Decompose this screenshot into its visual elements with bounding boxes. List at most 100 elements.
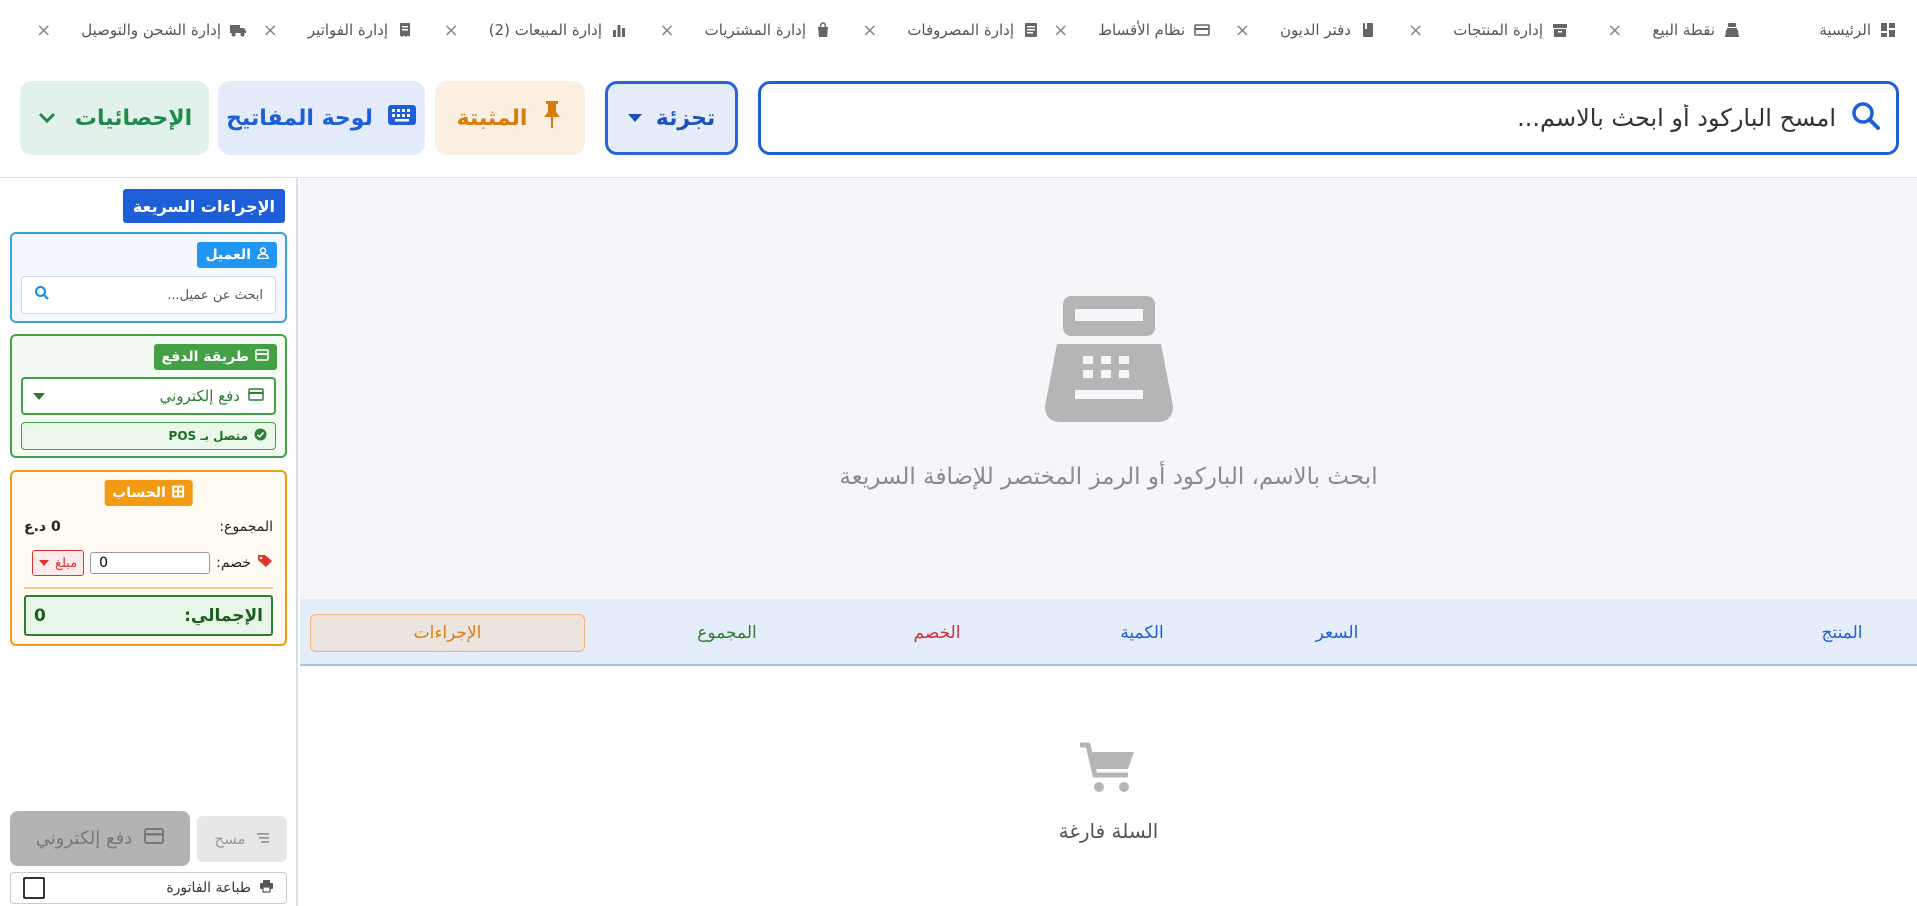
tab-label: نقطة البيع xyxy=(1652,21,1715,39)
column-actions: الإجراءات xyxy=(310,614,585,652)
cart-table-header: المنتج السعر الكمية الخصم المجموع الإجرا… xyxy=(300,599,1917,666)
cash-register-icon xyxy=(1723,21,1741,39)
close-icon[interactable]: × xyxy=(263,20,278,41)
toolbar: تجزئة المثبتة لوحة المفاتيح الإحصائيات xyxy=(0,60,1917,178)
print-invoice-option[interactable]: طباعة الفاتورة xyxy=(10,872,287,904)
tab-pos[interactable]: نقطة البيع × xyxy=(1607,12,1741,48)
keyboard-button[interactable]: لوحة المفاتيح xyxy=(218,81,425,155)
pos-status-text: متصل بـ POS xyxy=(168,429,248,443)
tab-label: إدارة المنتجات xyxy=(1453,21,1543,39)
tab-products[interactable]: إدارة المنتجات × xyxy=(1408,12,1569,48)
column-quantity: الكمية xyxy=(1120,622,1164,643)
split-mode-button[interactable]: تجزئة xyxy=(605,81,738,155)
client-tag: العميل xyxy=(197,242,277,268)
statistics-button[interactable]: الإحصائيات xyxy=(20,81,209,155)
tab-label: نظام الأقساط xyxy=(1098,21,1185,39)
divider xyxy=(24,587,273,589)
tab-installments[interactable]: نظام الأقساط × xyxy=(1053,12,1211,48)
split-label: تجزئة xyxy=(655,105,716,131)
grand-total-value: 0 xyxy=(34,605,46,626)
product-search-input[interactable] xyxy=(761,104,1850,132)
tab-label: إدارة المصروفات xyxy=(907,21,1014,39)
printer-icon xyxy=(259,879,274,897)
close-icon[interactable]: × xyxy=(1053,20,1068,41)
document-icon xyxy=(1022,21,1040,39)
close-icon[interactable]: × xyxy=(444,20,459,41)
keyboard-label: لوحة المفاتيح xyxy=(226,105,373,131)
pinned-button[interactable]: المثبتة xyxy=(435,81,585,155)
subtotal-label: المجموع: xyxy=(219,519,273,535)
credit-card-icon xyxy=(144,828,165,849)
check-circle-icon xyxy=(254,428,267,444)
tab-home[interactable]: الرئيسية xyxy=(1819,12,1897,48)
tab-debts[interactable]: دفتر الديون × xyxy=(1235,12,1377,48)
column-total: المجموع xyxy=(697,622,757,643)
truck-icon xyxy=(229,21,247,39)
close-icon[interactable]: × xyxy=(36,20,51,41)
product-search-box[interactable] xyxy=(758,81,1899,155)
clear-icon xyxy=(256,830,270,848)
tab-label: دفتر الديون xyxy=(1280,21,1351,39)
tab-label: إدارة المشتريات xyxy=(704,21,806,39)
search-hint: ابحث بالاسم، الباركود أو الرمز المختصر ل… xyxy=(839,464,1378,490)
clear-label: مسح xyxy=(214,830,246,848)
client-tag-label: العميل xyxy=(205,247,251,263)
discount-row: خصم: مبلغ xyxy=(24,550,273,576)
tab-expenses[interactable]: إدارة المصروفات × xyxy=(862,12,1040,48)
tab-sales[interactable]: إدارة المبيعات (2) × xyxy=(444,12,628,48)
discount-input[interactable] xyxy=(90,552,211,574)
close-icon[interactable]: × xyxy=(862,20,877,41)
cash-register-icon xyxy=(1045,296,1173,430)
client-search[interactable] xyxy=(21,276,276,314)
clear-button[interactable]: مسح xyxy=(197,816,287,862)
payment-tag: طريقة الدفع xyxy=(153,344,277,370)
bar-chart-icon xyxy=(610,21,628,39)
chevron-down-icon xyxy=(33,392,45,400)
tag-icon xyxy=(257,554,273,572)
dashboard-icon xyxy=(1879,21,1897,39)
tab-label: إدارة الشحن والتوصيل xyxy=(81,21,221,39)
tab-shipping[interactable]: إدارة الشحن والتوصيل × xyxy=(36,12,247,48)
pay-button[interactable]: دفع إلكتروني xyxy=(10,811,190,866)
subtotal-row: المجموع: 0 د.ع xyxy=(24,519,273,535)
quick-actions-sidebar: الإجراءات السريعة العميل طريقة الدفع xyxy=(0,178,298,906)
tab-invoices[interactable]: إدارة الفواتير × xyxy=(263,12,414,48)
client-card: العميل xyxy=(10,232,287,323)
grand-total: الإجمالي: 0 xyxy=(24,595,273,636)
close-icon[interactable]: × xyxy=(1607,20,1622,41)
chevron-down-icon xyxy=(627,114,642,122)
tab-purchases[interactable]: إدارة المشتريات × xyxy=(660,12,832,48)
book-icon xyxy=(1359,21,1377,39)
close-icon[interactable]: × xyxy=(1408,20,1423,41)
archive-icon xyxy=(1551,21,1569,39)
cart-area: السلة فارغة xyxy=(300,666,1917,906)
search-results-area: ابحث بالاسم، الباركود أو الرمز المختصر ل… xyxy=(300,178,1917,599)
close-icon[interactable]: × xyxy=(660,20,675,41)
column-price: السعر xyxy=(1315,622,1359,643)
account-tag: الحساب xyxy=(104,480,193,506)
tab-label: إدارة المبيعات (2) xyxy=(488,21,602,39)
subtotal-value: 0 د.ع xyxy=(24,519,61,535)
search-icon xyxy=(34,285,50,305)
tab-label: إدارة الفواتير xyxy=(307,21,388,39)
payment-method-card: طريقة الدفع دفع إلكتروني متصل بـ POS xyxy=(10,334,287,458)
discount-type-value: مبلغ xyxy=(55,555,78,571)
search-icon[interactable] xyxy=(1850,100,1882,136)
print-label: طباعة الفاتورة xyxy=(166,880,251,896)
payment-method-select[interactable]: دفع إلكتروني xyxy=(21,377,276,415)
print-invoice-checkbox[interactable] xyxy=(23,877,45,899)
close-icon[interactable]: × xyxy=(1235,20,1250,41)
chevron-down-icon xyxy=(39,560,50,566)
payment-method-value: دفع إلكتروني xyxy=(159,387,240,405)
empty-cart-text: السلة فارغة xyxy=(1058,819,1159,843)
credit-card-icon xyxy=(255,349,269,365)
client-search-input[interactable] xyxy=(50,287,263,303)
shopping-cart-icon xyxy=(1078,742,1136,800)
grand-total-label: الإجمالي: xyxy=(184,605,263,626)
discount-type-select[interactable]: مبلغ xyxy=(32,550,85,576)
credit-card-icon xyxy=(248,387,264,405)
account-card: الحساب المجموع: 0 د.ع خصم: مبلغ الإجمالي… xyxy=(10,470,287,646)
discount-label: خصم: xyxy=(216,555,251,571)
column-discount: الخصم xyxy=(913,622,961,643)
tab-bar: الرئيسية نقطة البيع × إدارة المنتجات × د… xyxy=(0,0,1917,60)
